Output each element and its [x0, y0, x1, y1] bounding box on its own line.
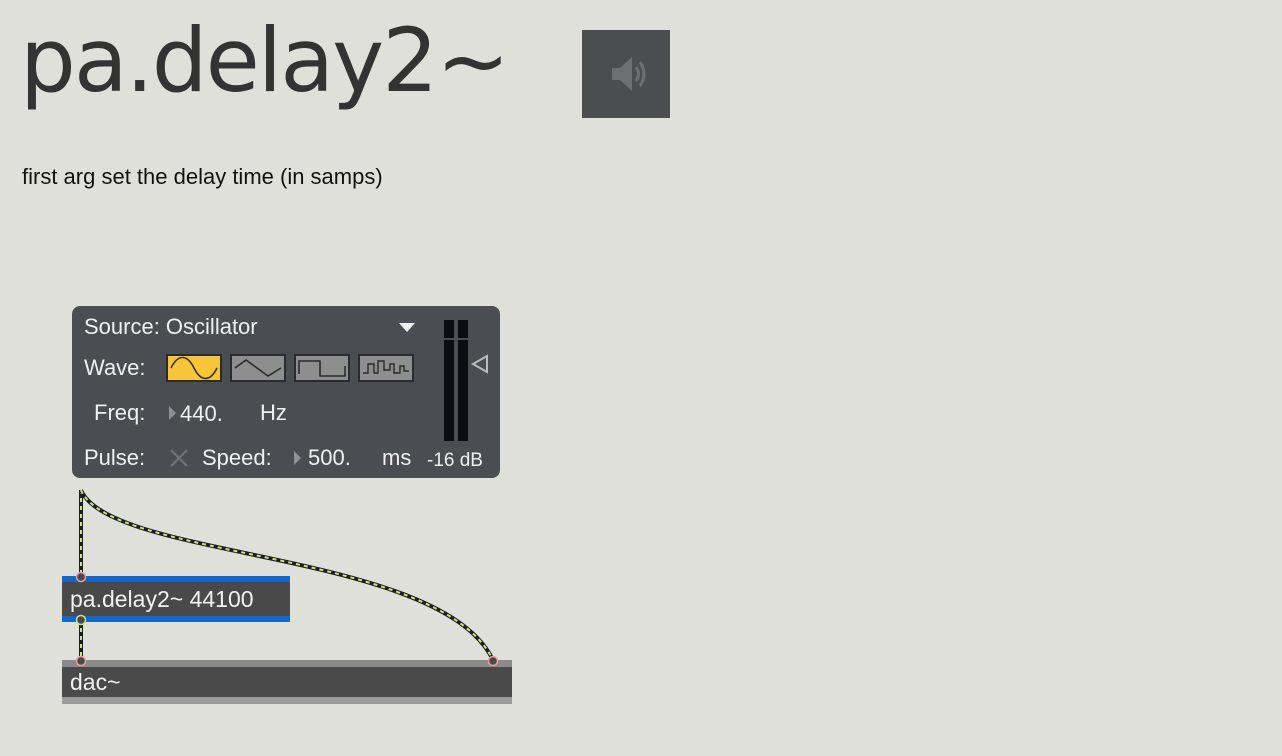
number-arrow-icon — [294, 451, 301, 465]
square-wave-icon — [298, 360, 346, 377]
gain-slider-icon[interactable] — [470, 354, 490, 374]
pulse-label: Pulse: — [84, 445, 146, 470]
wave-triangle-button[interactable] — [230, 354, 286, 382]
speed-unit: ms — [382, 445, 412, 470]
patch-cord[interactable] — [79, 489, 495, 661]
description-comment: first arg set the delay time (in samps) — [22, 164, 383, 189]
wave-sine-button[interactable] — [166, 354, 222, 382]
speed-label: Speed: — [202, 445, 272, 470]
wave-square-button[interactable] — [294, 354, 350, 382]
freq-unit: Hz — [260, 400, 287, 425]
wave-random-button[interactable] — [358, 354, 414, 382]
audio-toggle-button[interactable] — [582, 30, 670, 118]
source-menu-label[interactable]: Source: Oscillator — [84, 314, 258, 340]
meter-divider — [444, 338, 454, 340]
speed-number-box[interactable]: 500. — [308, 445, 351, 471]
freq-label: Freq: — [94, 400, 146, 425]
source-dropdown-icon[interactable] — [399, 323, 415, 332]
meter-readout: -16 dB — [427, 450, 483, 471]
ezdac-panel: Source: Oscillator Wave: Freq: 440. Hz P… — [72, 306, 500, 478]
page-title: pa.delay2~ — [20, 9, 510, 112]
freq-number-box[interactable]: 440. — [180, 401, 223, 427]
number-arrow-icon — [169, 406, 176, 420]
delay-object-box[interactable]: pa.delay2~ 44100 — [62, 576, 290, 622]
dac-object-box[interactable]: dac~ — [62, 660, 512, 704]
meter-divider — [458, 338, 468, 340]
sine-wave-icon — [170, 356, 218, 380]
random-wave-icon — [363, 360, 409, 374]
speaker-icon — [612, 57, 646, 91]
triangle-wave-icon — [234, 359, 282, 377]
wave-label: Wave: — [84, 355, 146, 380]
pulse-toggle-icon[interactable] — [168, 447, 190, 469]
